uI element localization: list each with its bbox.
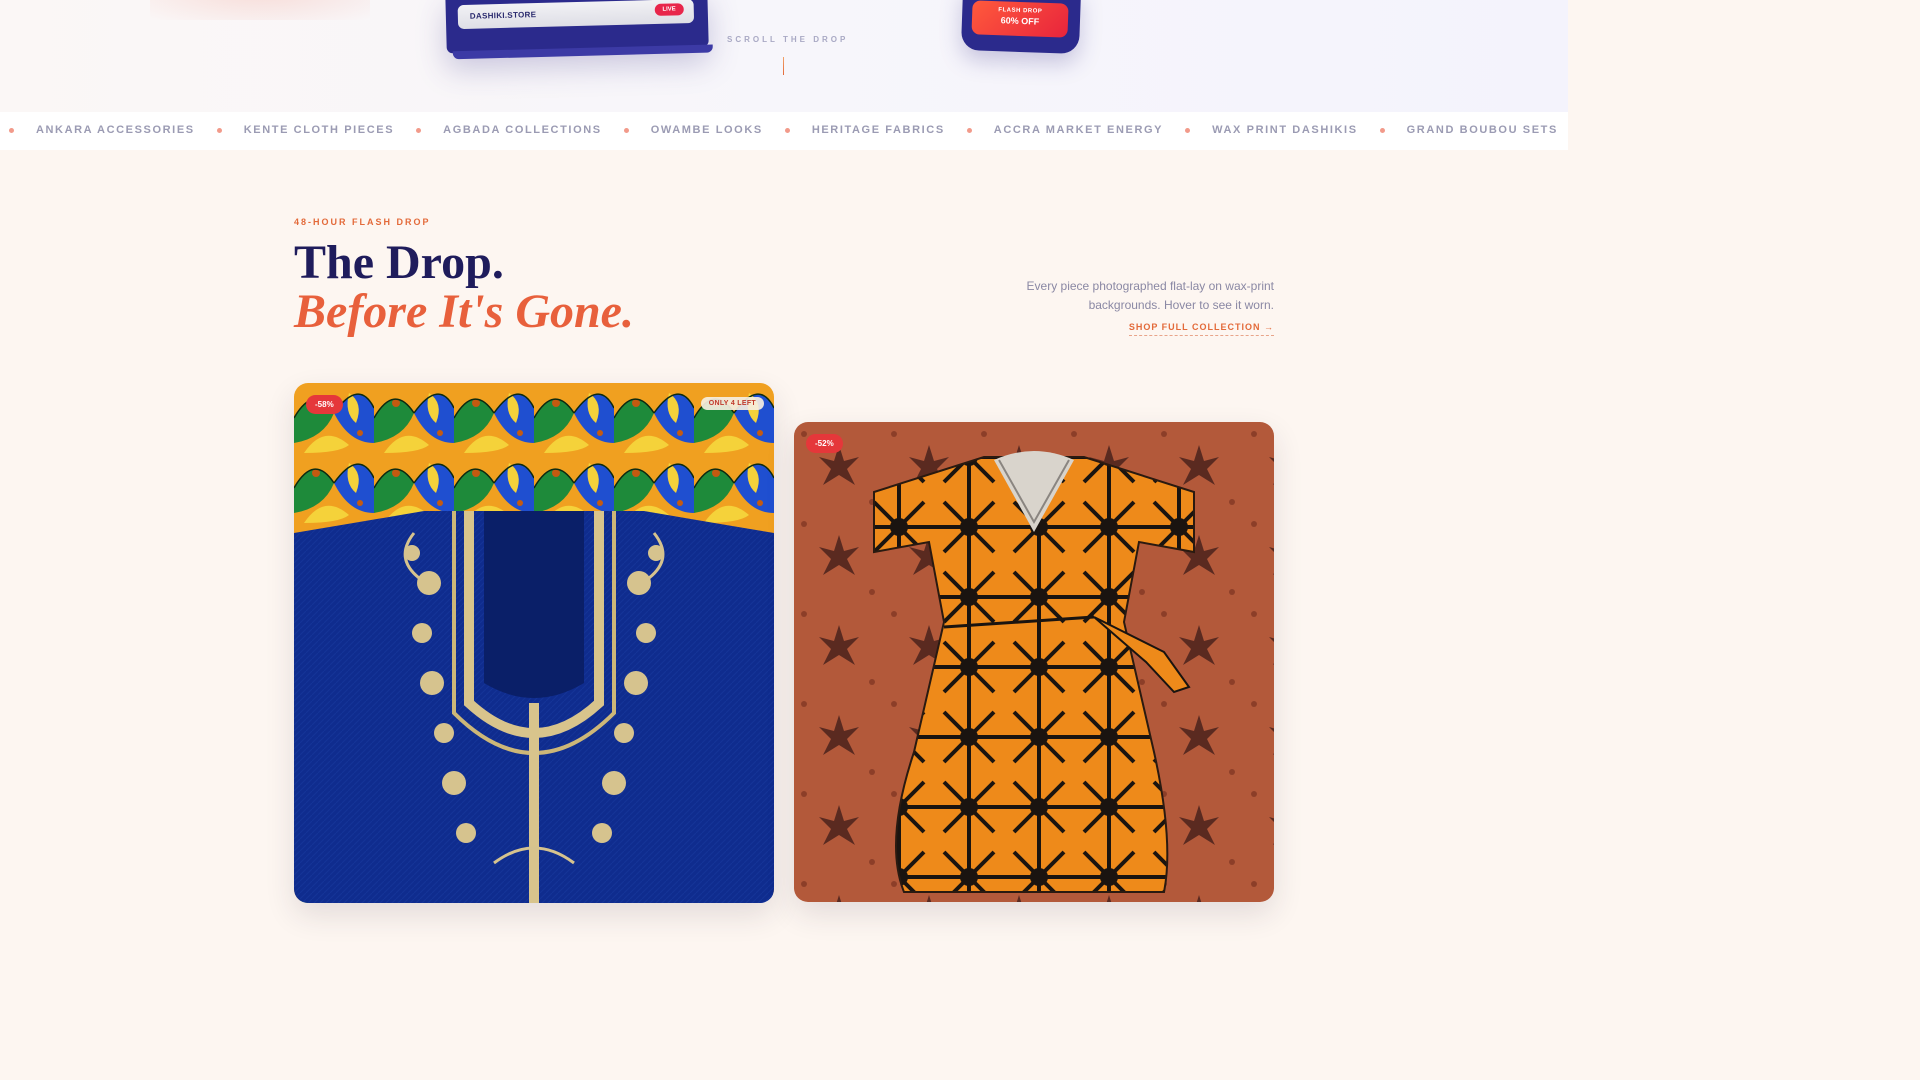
marquee-item[interactable]: WAX PRINT DASHIKIS bbox=[1212, 124, 1358, 136]
marquee-item[interactable]: GRAND BOUBOU SETS bbox=[1407, 124, 1558, 136]
dot-separator-icon bbox=[416, 127, 422, 133]
marquee-item[interactable]: AGBADA COLLECTIONS bbox=[443, 124, 602, 136]
scroll-hint[interactable]: SCROLL THE DROP bbox=[727, 35, 848, 44]
dot-separator-icon bbox=[1379, 127, 1385, 133]
live-badge: LIVE bbox=[654, 3, 684, 16]
marquee-item[interactable]: ANKARA ACCESSORIES bbox=[36, 124, 195, 136]
marquee-item[interactable]: ACCRA MARKET ENERGY bbox=[994, 124, 1163, 136]
dot-separator-icon bbox=[8, 127, 14, 133]
marquee-track: S ANKARA ACCESSORIES KENTE CLOTH PIECES … bbox=[0, 124, 1568, 136]
hero-glow bbox=[150, 0, 370, 20]
shop-full-collection-link[interactable]: SHOP FULL COLLECTION → bbox=[1128, 322, 1274, 336]
product-card[interactable]: -52% bbox=[794, 422, 1274, 902]
scroll-indicator-line bbox=[783, 57, 784, 75]
section-description: Every piece photographed flat-lay on wax… bbox=[1026, 279, 1274, 312]
product-image-wrap-dress bbox=[794, 422, 1274, 902]
section-subtitle: Before It's Gone. bbox=[294, 285, 634, 338]
section-title: The Drop. bbox=[294, 236, 504, 289]
flash-offer: 60% OFF bbox=[1000, 15, 1040, 27]
marquee-item[interactable]: OWAMBE LOOKS bbox=[651, 124, 763, 136]
phone-mockup-store: DASHIKI.STORE LIVE bbox=[445, 0, 713, 60]
stock-badge: ONLY 4 LEFT bbox=[700, 397, 764, 410]
category-marquee: S ANKARA ACCESSORIES KENTE CLOTH PIECES … bbox=[0, 112, 1568, 150]
dot-separator-icon bbox=[784, 127, 790, 133]
dot-separator-icon bbox=[1185, 127, 1191, 133]
product-card[interactable]: -58% ONLY 4 LEFT bbox=[294, 383, 774, 903]
dot-separator-icon bbox=[966, 127, 972, 133]
hero-section: DASHIKI.STORE LIVE SCROLL THE DROP FLASH… bbox=[0, 0, 1568, 112]
discount-badge: -58% bbox=[306, 395, 343, 414]
marquee-item[interactable]: KENTE CLOTH PIECES bbox=[244, 124, 394, 136]
dot-separator-icon bbox=[623, 127, 629, 133]
phone-mockup-flash: FLASH DROP 60% OFF bbox=[960, 0, 1082, 55]
store-name: DASHIKI.STORE bbox=[469, 10, 537, 21]
discount-badge: -52% bbox=[806, 434, 843, 453]
flash-drop-card: FLASH DROP 60% OFF bbox=[971, 0, 1069, 38]
marquee-item[interactable]: HERITAGE FABRICS bbox=[812, 124, 945, 136]
store-bar: DASHIKI.STORE LIVE bbox=[457, 0, 695, 30]
product-image-dashiki bbox=[294, 383, 774, 903]
dot-separator-icon bbox=[216, 127, 222, 133]
section-eyebrow: 48-HOUR FLASH DROP bbox=[294, 217, 431, 227]
